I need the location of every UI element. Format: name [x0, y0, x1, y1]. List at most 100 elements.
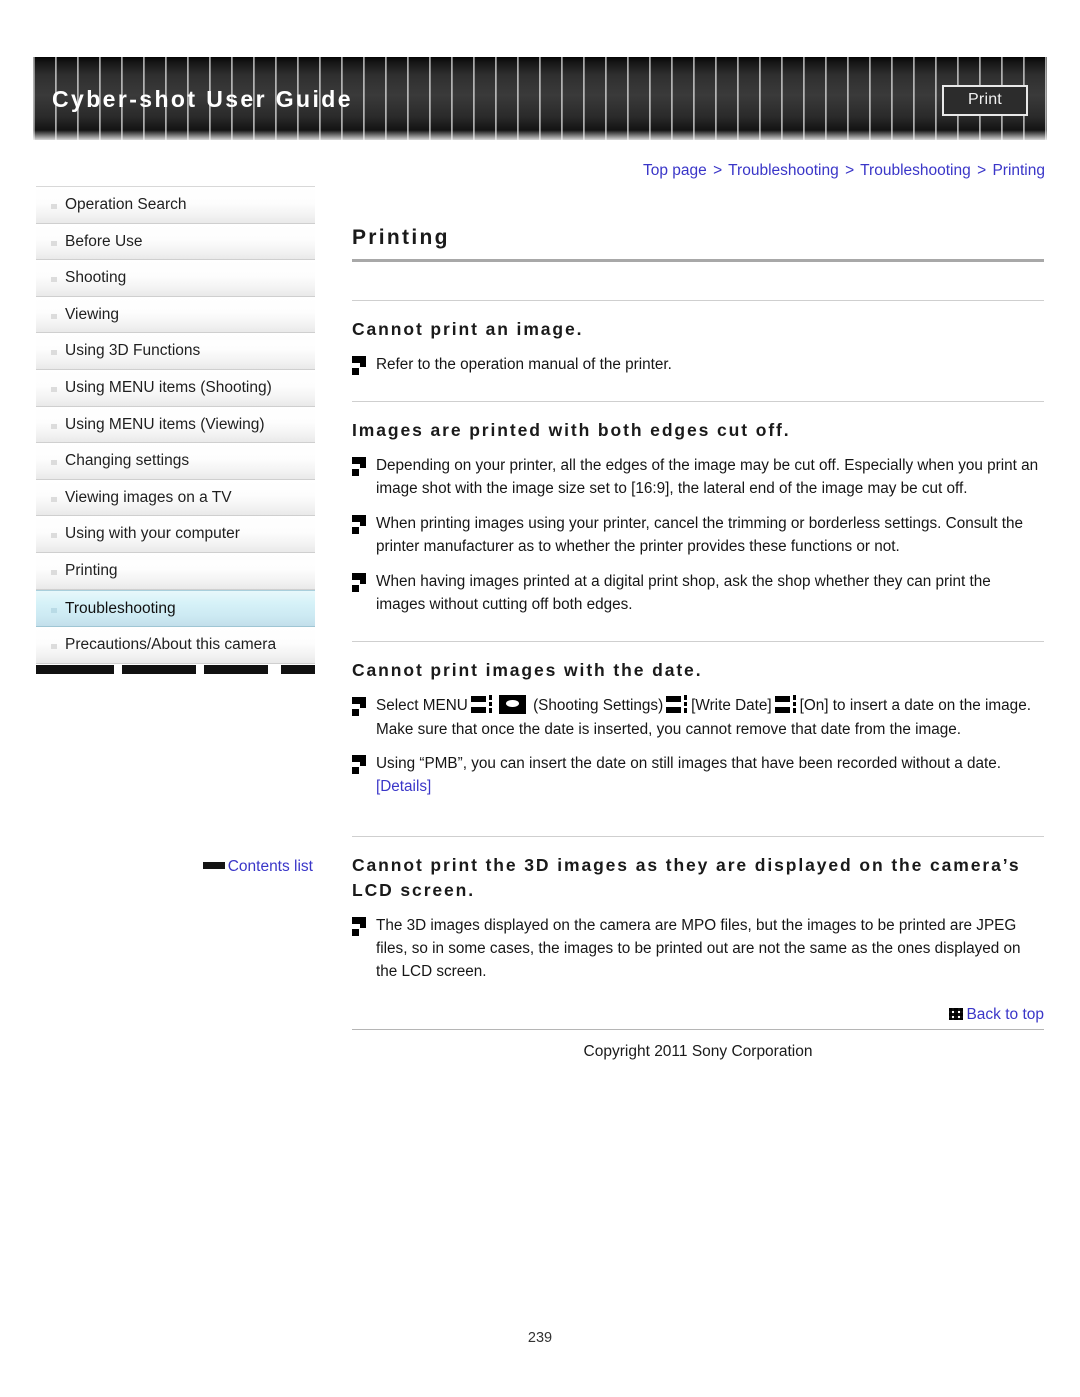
flag-bullet-icon [352, 916, 368, 936]
details-link[interactable]: [Details] [376, 778, 431, 795]
back-to-top-icon [949, 1007, 964, 1020]
sidebar-item-label: Shooting [65, 269, 127, 287]
sidebar-item-label: Changing settings [65, 452, 190, 470]
section-divider [352, 300, 1044, 301]
page-root: Cyber-shot User Guide Print Top page > T… [0, 0, 1080, 1397]
breadcrumb-item-top-page[interactable]: Top page [643, 162, 707, 179]
bullet-icon [51, 240, 57, 246]
bullet-icon [51, 423, 57, 429]
breadcrumb-separator: > [977, 162, 987, 179]
arrow-icon [774, 695, 797, 714]
sidebar-item-label: Using with your computer [65, 525, 240, 543]
bullet-icon [51, 313, 57, 319]
back-to-top-row: Back to top [352, 1006, 1044, 1027]
sidebar-item-troubleshooting[interactable]: Troubleshooting [36, 589, 315, 628]
sidebar-item-label: Viewing [65, 305, 120, 323]
dash-icon [202, 862, 225, 869]
contents-list-label: Contents list [227, 858, 313, 875]
bullet-icon [51, 607, 57, 613]
sidebar-item-operation-search[interactable]: Operation Search [36, 187, 315, 224]
bullet-paragraph: When having images printed at a digital … [352, 570, 1044, 617]
paragraph-text: Refer to the operation manual of the pri… [376, 355, 672, 373]
sidebar-item-label: Operation Search [65, 196, 187, 213]
paragraph-text: The 3D images displayed on the camera ar… [376, 916, 1021, 981]
arrow-icon [666, 695, 688, 714]
sidebar-nav-list: Operation Search Before Use Shooting Vie… [36, 186, 315, 664]
section-divider [352, 401, 1044, 403]
breadcrumb-separator: > [845, 162, 855, 179]
sidebar-item-precautions-about-this-camera[interactable]: Precautions/About this camera [36, 627, 315, 664]
flag-bullet-icon [352, 572, 368, 592]
bullet-icon [51, 460, 57, 466]
sidebar: Operation Search Before Use Shooting Vie… [36, 186, 315, 875]
flag-bullet-icon [352, 755, 368, 775]
bullet-paragraph: When printing images using your printer,… [352, 512, 1044, 559]
bullet-icon [51, 277, 57, 283]
bullet-icon [51, 569, 57, 575]
sidebar-item-using-menu-items-viewing[interactable]: Using MENU items (Viewing) [36, 406, 315, 444]
back-to-top-label: Back to top [966, 1005, 1044, 1023]
sidebar-item-viewing[interactable]: Viewing [36, 296, 315, 334]
sidebar-item-label: Before Use [65, 232, 143, 250]
back-to-top-link[interactable]: Back to top [949, 1006, 1044, 1023]
breadcrumb-separator: > [713, 162, 723, 179]
arrow-icon [470, 695, 493, 714]
breadcrumb: Top page > Troubleshooting > Troubleshoo… [643, 162, 1045, 180]
sidebar-item-changing-settings[interactable]: Changing settings [36, 443, 315, 480]
contents-list-link[interactable]: Contents list [202, 858, 313, 876]
bullet-paragraph: The 3D images displayed on the camera ar… [352, 914, 1044, 984]
sidebar-item-before-use[interactable]: Before Use [36, 223, 315, 261]
breadcrumb-item-troubleshooting-1[interactable]: Troubleshooting [728, 162, 839, 179]
sidebar-item-label: Using MENU items (Shooting) [65, 378, 272, 396]
section-cannot-print-3d-images: Cannot print the 3D images as they are d… [352, 835, 1044, 984]
flag-bullet-icon [352, 514, 368, 534]
section-heading: Cannot print the 3D images as they are d… [352, 854, 1021, 900]
flag-bullet-icon [352, 697, 368, 717]
section-heading: Images are printed with both edges cut o… [352, 420, 791, 441]
header-banner: Cyber-shot User Guide Print [33, 57, 1047, 140]
bullet-icon [51, 644, 57, 650]
bullet-icon [51, 350, 57, 356]
sidebar-item-label: Precautions/About this camera [65, 636, 277, 654]
bullet-icon [51, 386, 57, 392]
bullet-paragraph: Refer to the operation manual of the pri… [352, 353, 1044, 376]
sidebar-item-label: Viewing images on a TV [65, 488, 232, 506]
title-rule [352, 259, 1044, 262]
page-number: 239 [527, 1330, 553, 1346]
breadcrumb-item-printing[interactable]: Printing [992, 162, 1045, 179]
sidebar-item-label: Troubleshooting [65, 599, 176, 617]
section-heading: Cannot print an image. [352, 319, 584, 339]
copyright-text: Copyright 2011 Sony Corporation [583, 1042, 813, 1060]
flag-bullet-icon [352, 457, 368, 477]
sidebar-item-shooting[interactable]: Shooting [36, 260, 315, 297]
sidebar-item-using-with-your-computer[interactable]: Using with your computer [36, 516, 315, 553]
menu-text-select: Select MENU [376, 697, 468, 715]
sidebar-item-using-3d-functions[interactable]: Using 3D Functions [36, 333, 315, 370]
bullet-icon [51, 204, 57, 209]
menu-text-shooting-settings: (Shooting Settings) [533, 697, 664, 715]
shooting-settings-icon [498, 695, 526, 715]
section-images-printed-with-both-edges-cut-off: Images are printed with both edges cut o… [352, 401, 1044, 641]
section-heading: Cannot print images with the date. [352, 660, 703, 681]
bullet-paragraph: Depending on your printer, all the edges… [352, 454, 1044, 501]
sidebar-bottom-bar [36, 664, 315, 674]
breadcrumb-item-troubleshooting-2[interactable]: Troubleshooting [860, 162, 971, 179]
print-button[interactable]: Print [942, 85, 1028, 116]
paragraph-text: Using “PMB”, you can insert the date on … [376, 755, 1001, 773]
sidebar-item-label: Using MENU items (Viewing) [65, 415, 265, 433]
menu-text-write-date: [Write Date] [691, 697, 772, 715]
bullet-icon [51, 533, 57, 539]
sidebar-item-printing[interactable]: Printing [36, 552, 315, 590]
app-title: Cyber-shot User Guide [52, 86, 353, 112]
section-cannot-print-images-with-the-date: Cannot print images with the date. Selec… [352, 641, 1044, 835]
bullet-paragraph-pmb: Using “PMB”, you can insert the date on … [352, 752, 1044, 799]
sidebar-item-label: Printing [65, 561, 118, 579]
section-divider [352, 835, 1044, 837]
paragraph-text: When printing images using your printer,… [376, 514, 1024, 556]
sidebar-item-viewing-images-on-a-tv[interactable]: Viewing images on a TV [36, 479, 315, 517]
sidebar-item-using-menu-items-shooting[interactable]: Using MENU items (Shooting) [36, 369, 315, 407]
flag-bullet-icon [352, 355, 368, 375]
